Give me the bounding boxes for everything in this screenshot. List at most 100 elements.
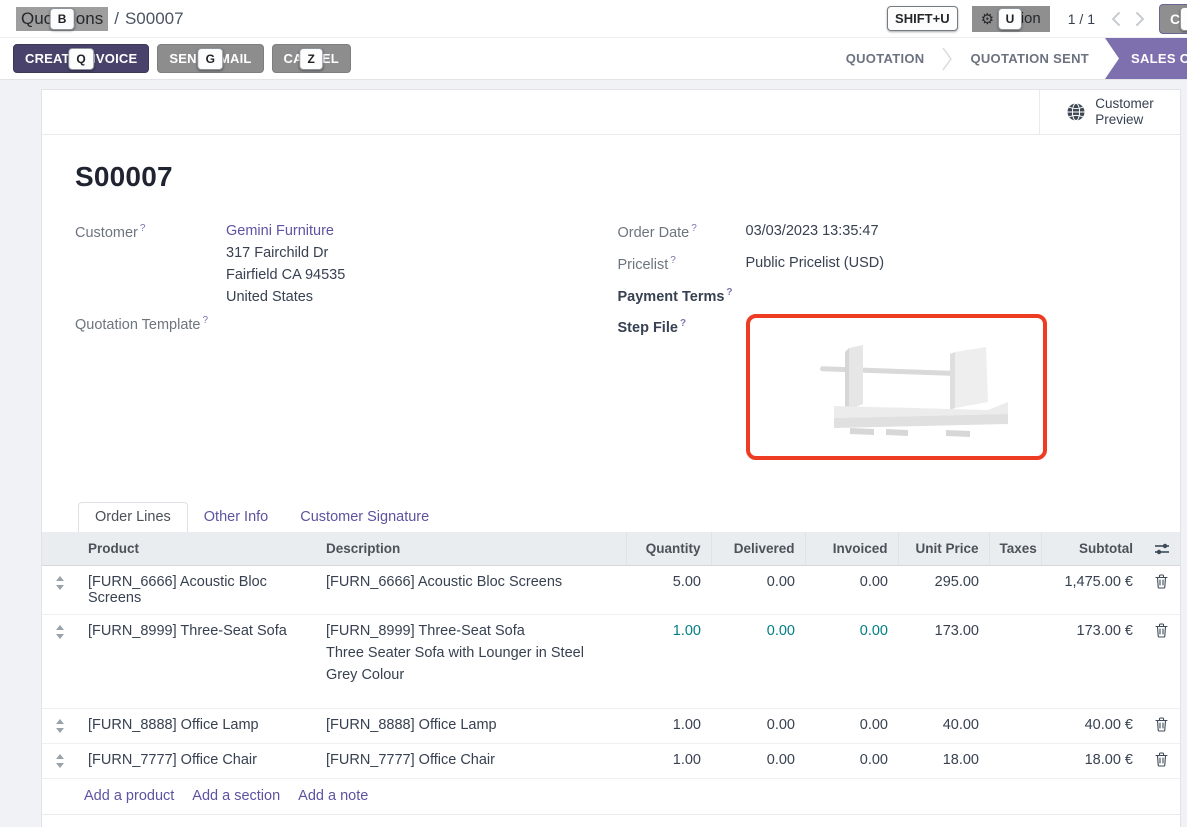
quotation-template-help-icon: ? — [202, 315, 208, 326]
key-hint-u: U — [998, 8, 1023, 30]
cell-description[interactable]: [FURN_8999] Three-Seat Sofa Three Seater… — [316, 615, 626, 708]
gear-icon: ⚙ — [981, 10, 994, 28]
order-date-field-value[interactable]: 03/03/2023 13:35:47 — [746, 223, 879, 241]
stage-sales-order[interactable]: SALES ORDER — [1105, 38, 1187, 79]
cell-invoiced[interactable]: 0.00 — [805, 708, 898, 743]
stage-quotation-sent[interactable]: QUOTATION SENT — [954, 51, 1105, 66]
pricelist-field-label: Pricelist? — [618, 255, 746, 273]
col-header-taxes[interactable]: Taxes — [989, 532, 1041, 566]
customer-link[interactable]: Gemini Furniture — [226, 223, 345, 239]
cell-taxes[interactable] — [989, 708, 1041, 743]
pager-prev-icon[interactable] — [1111, 11, 1121, 27]
delete-row-button[interactable] — [1143, 615, 1180, 708]
create-invoice-button[interactable]: CREATE INVOICE Q — [13, 44, 149, 73]
step-file-field-label: Step File? — [618, 318, 746, 460]
pricelist-help-icon: ? — [670, 255, 676, 266]
table-row: [FURN_6666] Acoustic Bloc Screens [FURN_… — [42, 566, 1180, 615]
send-email-button[interactable]: SEND EMAIL G — [157, 44, 263, 73]
table-row: [FURN_8888] Office Lamp [FURN_8888] Offi… — [42, 708, 1180, 743]
stage-quotation[interactable]: QUOTATION — [830, 51, 941, 66]
cell-delivered[interactable]: 0.00 — [711, 566, 805, 615]
col-header-delivered[interactable]: Delivered — [711, 532, 805, 566]
cell-product[interactable]: [FURN_7777] Office Chair — [78, 743, 316, 778]
table-row: [FURN_8999] Three-Seat Sofa [FURN_8999] … — [42, 615, 1180, 708]
pager-next-icon[interactable] — [1135, 11, 1145, 27]
delete-row-button[interactable] — [1143, 743, 1180, 778]
cell-product[interactable]: [FURN_8999] Three-Seat Sofa — [78, 615, 316, 708]
description-line-2: Three Seater Sofa with Lounger in Steel … — [326, 643, 616, 685]
address-line-2: Fairfield CA 94535 — [226, 267, 345, 283]
action-menu-button[interactable]: ⚙ Action U — [972, 6, 1050, 32]
cell-description[interactable]: [FURN_8888] Office Lamp — [316, 708, 626, 743]
breadcrumb-bar: Quotations B / S00007 SHIFT+U ⚙ Action U… — [0, 0, 1187, 38]
cell-unit-price[interactable]: 173.00 — [898, 615, 989, 708]
add-a-note-link[interactable]: Add a note — [298, 788, 368, 804]
cell-description[interactable]: [FURN_7777] Office Chair — [316, 743, 626, 778]
col-header-subtotal[interactable]: Subtotal — [1041, 532, 1143, 566]
cell-product[interactable]: [FURN_6666] Acoustic Bloc Screens — [78, 566, 316, 615]
cell-unit-price[interactable]: 18.00 — [898, 743, 989, 778]
cell-subtotal: 173.00 € — [1041, 615, 1143, 708]
pager-count: 1 / 1 — [1068, 11, 1095, 27]
create-button-label: C — [1170, 11, 1180, 27]
key-hint-create — [1180, 7, 1187, 31]
customer-preview-button[interactable]: Customer Preview — [1039, 90, 1180, 134]
create-button[interactable]: C — [1159, 4, 1187, 34]
payment-terms-label-text: Payment Terms — [618, 288, 725, 304]
add-a-product-link[interactable]: Add a product — [84, 788, 174, 804]
delete-row-button[interactable] — [1143, 708, 1180, 743]
cell-unit-price[interactable]: 40.00 — [898, 708, 989, 743]
cancel-button[interactable]: CANCEL Z — [272, 44, 351, 73]
step-file-image[interactable] — [746, 314, 1047, 460]
pricelist-label-text: Pricelist — [618, 257, 669, 273]
pricelist-field-value[interactable]: Public Pricelist (USD) — [746, 255, 885, 273]
delete-row-button[interactable] — [1143, 566, 1180, 615]
drag-handle-icon[interactable] — [42, 743, 78, 778]
breadcrumb-section[interactable]: Quotations B — [16, 7, 108, 31]
quotation-template-field-label: Quotation Template? — [75, 315, 226, 333]
col-header-quantity[interactable]: Quantity — [626, 532, 711, 566]
tab-customer-signature[interactable]: Customer Signature — [284, 503, 445, 532]
table-header-row: Product Description Quantity Delivered I… — [42, 532, 1180, 566]
customer-address: 317 Fairchild Dr Fairfield CA 94535 Unit… — [226, 245, 345, 305]
add-a-section-link[interactable]: Add a section — [192, 788, 280, 804]
drag-handle-icon[interactable] — [42, 566, 78, 615]
optional-columns-button[interactable] — [1143, 532, 1180, 566]
cell-taxes[interactable] — [989, 566, 1041, 615]
col-header-unit-price[interactable]: Unit Price — [898, 532, 989, 566]
cell-description[interactable]: [FURN_6666] Acoustic Bloc Screens — [316, 566, 626, 615]
cell-delivered[interactable]: 0.00 — [711, 708, 805, 743]
control-panel: CREATE INVOICE Q SEND EMAIL G CANCEL Z Q… — [0, 38, 1187, 80]
customer-label-text: Customer — [75, 225, 138, 241]
cell-product[interactable]: [FURN_8888] Office Lamp — [78, 708, 316, 743]
cell-invoiced[interactable]: 0.00 — [805, 566, 898, 615]
customer-help-icon: ? — [140, 223, 146, 234]
tab-other-info[interactable]: Other Info — [188, 503, 284, 532]
cell-quantity[interactable]: 5.00 — [626, 566, 711, 615]
tab-order-lines[interactable]: Order Lines — [78, 502, 188, 532]
cell-quantity[interactable]: 1.00 — [626, 708, 711, 743]
cell-taxes[interactable] — [989, 743, 1041, 778]
customer-field-label: Customer? — [75, 223, 226, 305]
cell-invoiced[interactable]: 0.00 — [805, 615, 898, 708]
col-header-invoiced[interactable]: Invoiced — [805, 532, 898, 566]
cell-delivered[interactable]: 0.00 — [711, 743, 805, 778]
key-hint-b: B — [50, 8, 75, 30]
cell-quantity[interactable]: 1.00 — [626, 743, 711, 778]
cell-taxes[interactable] — [989, 615, 1041, 708]
cell-invoiced[interactable]: 0.00 — [805, 743, 898, 778]
drag-handle-icon[interactable] — [42, 708, 78, 743]
cell-delivered[interactable]: 0.00 — [711, 615, 805, 708]
sheet-footer: Terms and conditions... Total: 1,706.00 … — [42, 815, 1180, 827]
payment-terms-help-icon: ? — [726, 287, 732, 298]
globe-icon — [1066, 102, 1086, 122]
drag-handle-icon[interactable] — [42, 615, 78, 708]
order-lines-table: Product Description Quantity Delivered I… — [42, 532, 1180, 778]
cell-unit-price[interactable]: 295.00 — [898, 566, 989, 615]
field-column-left: Customer? Gemini Furniture 317 Fairchild… — [75, 223, 598, 470]
col-header-product[interactable]: Product — [78, 532, 316, 566]
cell-quantity[interactable]: 1.00 — [626, 615, 711, 708]
shortcut-badge: SHIFT+U — [887, 6, 958, 31]
col-header-description[interactable]: Description — [316, 532, 626, 566]
key-hint-q: Q — [68, 48, 94, 70]
